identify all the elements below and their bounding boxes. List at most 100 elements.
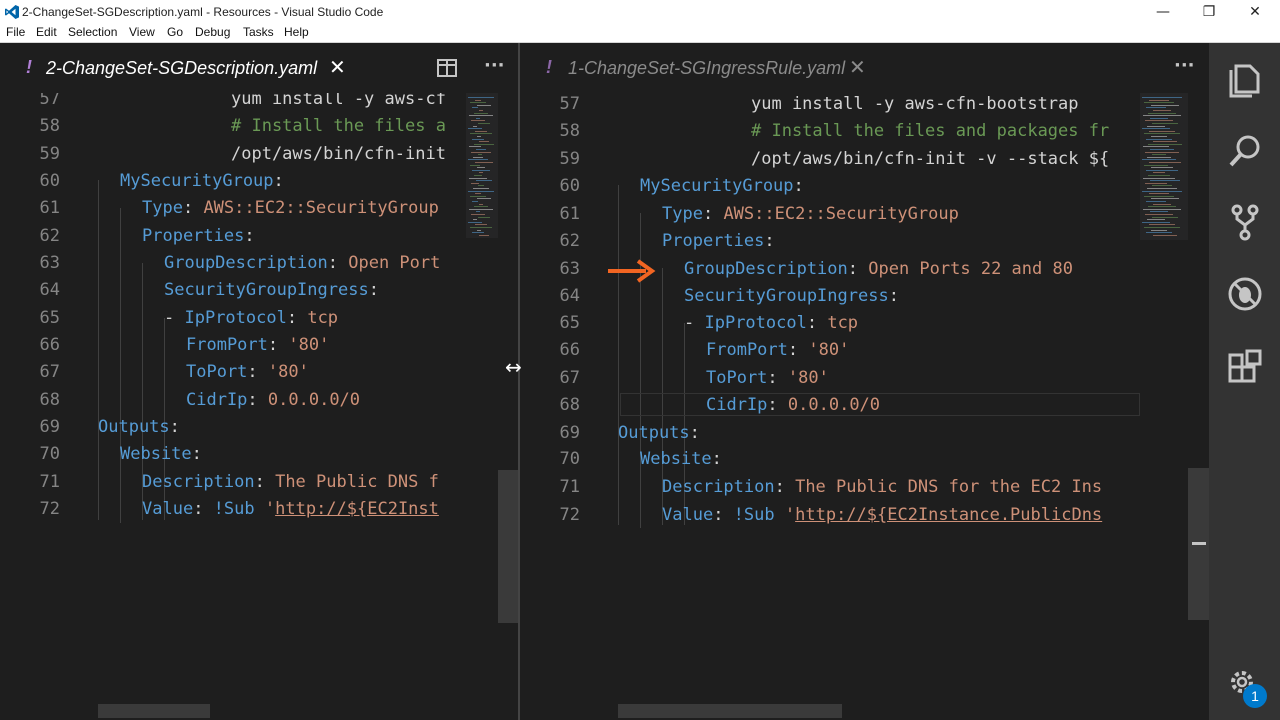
minimap-line — [1147, 156, 1171, 158]
minimap-line — [468, 159, 488, 161]
minimap-line — [470, 195, 486, 197]
minimap-line — [1146, 201, 1166, 202]
right-editor[interactable]: 57 58 59 60 61 62 63 64 65 66 67 68 69 7… — [520, 93, 1209, 720]
minimap-line — [469, 146, 481, 148]
minimap-line — [478, 216, 490, 218]
minimap-line — [468, 97, 494, 98]
minimap-line — [1143, 146, 1169, 148]
minimap-line — [1151, 104, 1179, 106]
tab-label: 2-ChangeSet-SGDescription.yaml — [46, 58, 318, 78]
minimap-line — [472, 201, 478, 202]
minimap-line — [1144, 133, 1180, 135]
minimize-button[interactable]: — — [1140, 0, 1186, 24]
left-tab-bar: ! 2-ChangeSet-SGDescription.yaml ✕ ··· — [0, 43, 518, 93]
right-tab-bar: ! 1-ChangeSet-SGIngressRule.yaml ✕ ··· — [520, 43, 1209, 93]
menu-edit[interactable]: Edit — [36, 25, 57, 39]
minimap-line — [476, 180, 492, 182]
tab-left-active[interactable]: ! 2-ChangeSet-SGDescription.yaml ✕ — [0, 43, 362, 93]
close-icon[interactable]: ✕ — [849, 55, 866, 79]
annotation-arrow-icon — [608, 259, 656, 283]
menu-selection[interactable]: Selection — [68, 25, 117, 39]
left-editor[interactable]: 57 58 59 60 61 62 63 64 65 66 67 68 69 7… — [0, 93, 518, 720]
minimap-line — [1152, 154, 1166, 156]
minimap-line — [1144, 164, 1168, 166]
source-control-icon[interactable] — [1226, 203, 1264, 241]
minimap-line — [478, 185, 484, 187]
minimap-line — [1153, 172, 1165, 174]
menu-debug[interactable]: Debug — [195, 25, 230, 39]
left-horizontal-scrollbar[interactable] — [98, 704, 210, 718]
minimap-line — [468, 128, 482, 130]
minimap-line — [1148, 206, 1176, 208]
menu-tasks[interactable]: Tasks — [243, 25, 274, 39]
right-code-area[interactable]: yum install -y aws-cfn-bootstrap # Insta… — [520, 93, 1140, 720]
minimap-line — [479, 172, 483, 174]
minimap-line — [475, 99, 481, 101]
close-window-button[interactable]: ✕ — [1232, 0, 1278, 24]
minimap-line — [1149, 224, 1175, 226]
minimap-line — [1150, 117, 1168, 119]
minimap-line — [479, 141, 489, 143]
minimap-line — [1145, 214, 1173, 215]
minimap-line — [475, 130, 487, 132]
more-actions-icon[interactable]: ··· — [1174, 55, 1195, 76]
left-code-area[interactable]: yum install -y aws-cf # Install the file… — [0, 93, 466, 720]
minimap-line — [473, 156, 483, 158]
minimap-line — [472, 138, 484, 140]
debug-icon[interactable] — [1226, 275, 1264, 313]
minimap-line — [1147, 219, 1165, 221]
minimap-line — [475, 162, 493, 163]
minimap-line — [479, 203, 483, 205]
minimap-line — [1150, 149, 1174, 150]
minimap-line — [1142, 97, 1182, 98]
minimap-line — [471, 214, 485, 215]
minimap-line — [1143, 177, 1175, 179]
minimap-line — [473, 219, 477, 221]
menu-go[interactable]: Go — [167, 25, 183, 39]
search-icon[interactable] — [1226, 132, 1264, 170]
minimap-line — [1147, 125, 1165, 127]
minimap-line — [1149, 99, 1169, 101]
tab-right-active[interactable]: ! 1-ChangeSet-SGIngressRule.yaml ✕ — [520, 43, 878, 93]
minimap-line — [1150, 211, 1168, 213]
menu-file[interactable]: File — [6, 25, 25, 39]
minimap-line — [1142, 159, 1176, 161]
more-actions-icon[interactable]: ··· — [484, 55, 505, 76]
resize-cursor-icon: ↔ — [505, 355, 522, 379]
minimap-line — [475, 193, 481, 195]
split-editor-icon[interactable] — [437, 59, 457, 77]
minimap-line — [1145, 151, 1179, 153]
right-minimap[interactable] — [1140, 93, 1188, 720]
minimap-line — [1142, 221, 1170, 223]
minimap-line — [477, 229, 481, 231]
minimap-line — [1151, 229, 1167, 231]
minimap-line — [471, 151, 491, 153]
minimap-line — [468, 190, 494, 192]
minimap-line — [469, 177, 487, 179]
minimap-line — [1149, 193, 1169, 195]
minimap-line — [1143, 208, 1181, 210]
minimap-line — [470, 164, 480, 166]
minimap-line — [476, 149, 486, 150]
minimap-line — [469, 115, 493, 117]
explorer-icon[interactable] — [1226, 60, 1264, 98]
notification-badge: 1 — [1243, 684, 1267, 708]
menu-view[interactable]: View — [129, 25, 155, 39]
menu-help[interactable]: Help — [284, 25, 309, 39]
minimap-line — [470, 227, 492, 228]
minimap-line — [472, 107, 478, 109]
right-horizontal-scrollbar[interactable] — [618, 704, 842, 718]
minimap-line — [1146, 107, 1166, 109]
close-icon[interactable]: ✕ — [329, 55, 346, 79]
left-minimap[interactable] — [466, 93, 498, 720]
left-vertical-scrollbar[interactable] — [498, 470, 518, 623]
minimap-line — [1146, 232, 1172, 234]
minimap-line — [474, 112, 488, 114]
minimap-line — [1148, 143, 1182, 145]
maximize-button[interactable]: ❐ — [1186, 0, 1232, 24]
minimap-line — [1142, 190, 1182, 192]
minimap-line — [1153, 203, 1171, 205]
extensions-icon[interactable] — [1226, 347, 1264, 385]
minimap-line — [1144, 102, 1174, 104]
minimap-line — [1153, 234, 1177, 236]
